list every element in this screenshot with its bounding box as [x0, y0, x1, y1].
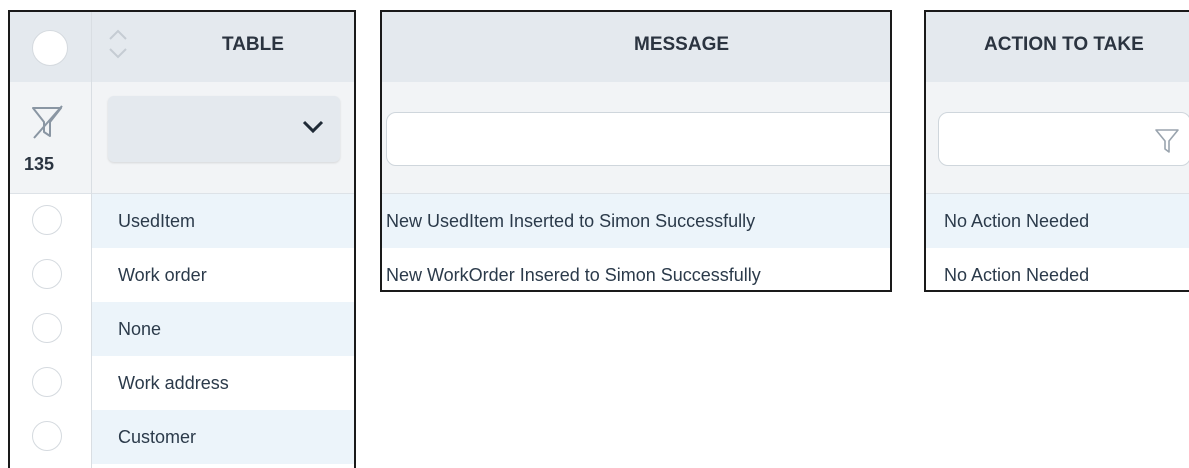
table-cell: None — [118, 319, 162, 339]
table-filter-dropdown[interactable] — [108, 96, 340, 162]
select-all-radio[interactable] — [32, 30, 68, 66]
row-select-radio[interactable] — [32, 313, 62, 343]
message-column-panel: MESSAGE New UsedItem Inserted to Simon S… — [380, 10, 892, 292]
message-filter-input[interactable] — [386, 112, 890, 166]
table-column-panel: TABLE 135 UsedItem Work order None Work … — [8, 10, 356, 468]
table-row[interactable]: UsedItem — [10, 194, 354, 248]
table-row[interactable]: None — [10, 302, 354, 356]
filter-off-icon[interactable] — [30, 104, 64, 142]
table-row[interactable]: New WorkOrder Insered to Simon Successfu… — [382, 248, 890, 290]
message-cell: New WorkOrder Insered to Simon Successfu… — [386, 265, 761, 285]
table-row[interactable]: No Action Needed — [926, 248, 1189, 290]
table-row[interactable]: No Action Needed — [926, 194, 1189, 248]
row-select-radio[interactable] — [32, 205, 62, 235]
table-row[interactable]: New UsedItem Inserted to Simon Successfu… — [382, 194, 890, 248]
sort-icon[interactable] — [106, 26, 130, 62]
chevron-down-icon — [302, 120, 324, 134]
table-row[interactable]: Work order — [10, 248, 354, 302]
row-select-radio[interactable] — [32, 421, 62, 451]
action-header-label: ACTION TO TAKE — [984, 34, 1144, 55]
table-cell: Work address — [118, 373, 229, 393]
action-column-panel: ACTION TO TAKE No Action Needed No Actio… — [924, 10, 1189, 292]
message-header-label: MESSAGE — [634, 34, 730, 55]
table-row[interactable]: Customer — [10, 410, 354, 464]
row-select-radio[interactable] — [32, 367, 62, 397]
table-header-label: TABLE — [222, 34, 284, 55]
action-cell: No Action Needed — [944, 265, 1090, 285]
filter-count: 135 — [24, 154, 55, 174]
table-cell: UsedItem — [118, 211, 196, 231]
filter-icon[interactable] — [1154, 127, 1180, 155]
table-row[interactable]: Work address — [10, 356, 354, 410]
message-cell: New UsedItem Inserted to Simon Successfu… — [386, 211, 756, 231]
row-select-radio[interactable] — [32, 259, 62, 289]
action-filter-input[interactable] — [938, 112, 1189, 166]
action-cell: No Action Needed — [944, 211, 1090, 231]
table-cell: Work order — [118, 265, 207, 285]
table-cell: Customer — [118, 427, 197, 447]
